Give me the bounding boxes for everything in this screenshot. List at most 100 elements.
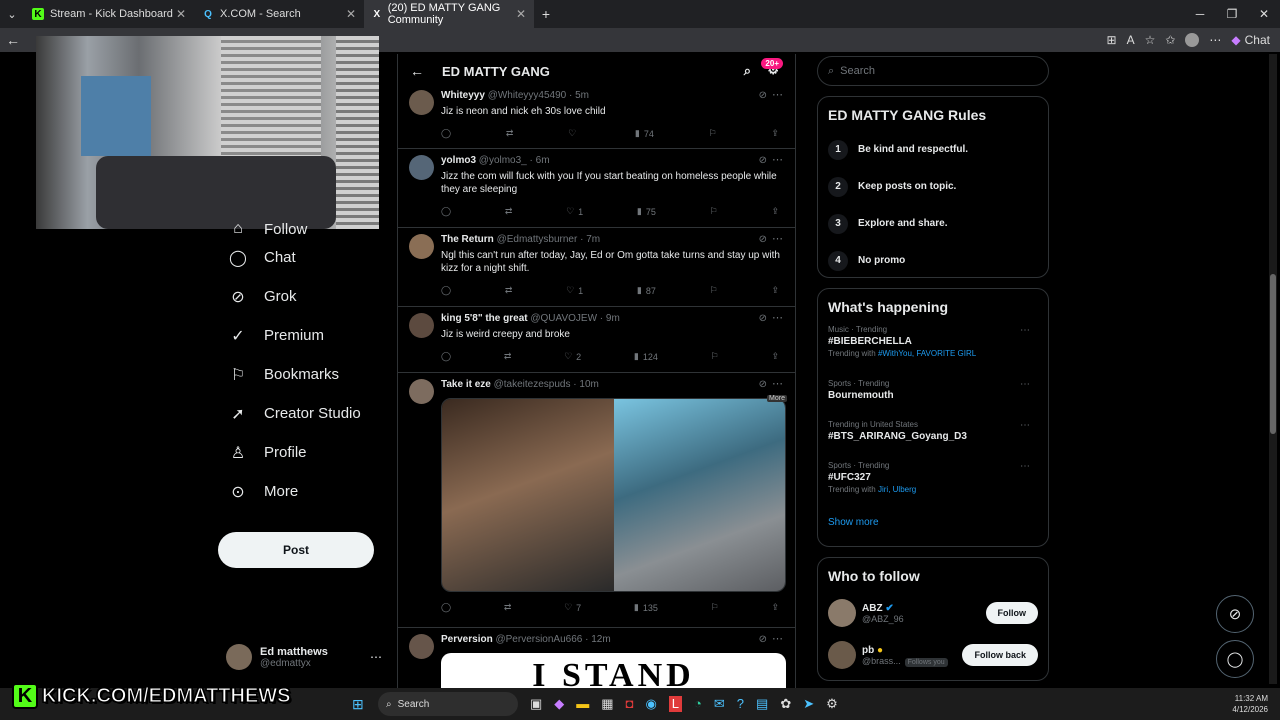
- trend-item[interactable]: Trending in United States #BTS_ARIRANG_G…: [828, 418, 1038, 459]
- tab-list-icon[interactable]: ⌄: [0, 8, 24, 21]
- like-button[interactable]: ♡ 2: [564, 351, 581, 362]
- reply-icon[interactable]: ◯: [441, 285, 451, 296]
- tweet[interactable]: Take it eze @takeitezespuds · 10m ⊘ ⋯ Mo…: [398, 373, 795, 628]
- nav-creator-studio[interactable]: ➚ Creator Studio: [218, 394, 388, 433]
- retweet-icon[interactable]: ⇄: [504, 602, 512, 613]
- store-icon[interactable]: ▦: [601, 696, 613, 712]
- new-tab-icon[interactable]: +: [534, 6, 558, 22]
- trend-more-icon[interactable]: ⋯: [1020, 461, 1030, 472]
- share-icon[interactable]: ⇪: [771, 602, 779, 613]
- menu-dots-icon[interactable]: ⋯: [1209, 33, 1221, 47]
- tweet[interactable]: Whiteyyy @Whiteyyy45490 · 5m Jiz is neon…: [398, 88, 795, 149]
- tweet[interactable]: The Return @Edmattysburner · 7m Ngl this…: [398, 228, 795, 307]
- follow-back-button[interactable]: Follow back: [962, 644, 1038, 666]
- nav-chat[interactable]: ◯ Chat: [218, 238, 388, 277]
- reply-icon[interactable]: ◯: [441, 128, 451, 139]
- scrollbar[interactable]: [1269, 54, 1277, 684]
- views-button[interactable]: ▮ 75: [637, 206, 656, 217]
- folder-icon[interactable]: ▬: [576, 696, 589, 712]
- views-button[interactable]: ▮ 124: [634, 351, 658, 362]
- trend-with-link[interactable]: #WithYou, FAVORITE GIRL: [878, 349, 976, 358]
- retweet-icon[interactable]: ⇄: [505, 285, 513, 296]
- chatgpt-icon[interactable]: ✿: [780, 696, 791, 712]
- nav-follow[interactable]: ⌂ Follow: [218, 220, 388, 238]
- app-icon[interactable]: ◉: [645, 696, 656, 712]
- more-icon[interactable]: ⋯: [772, 311, 783, 324]
- trend-more-icon[interactable]: ⋯: [1020, 379, 1030, 390]
- grok-icon[interactable]: ⊘: [759, 313, 767, 324]
- views-button[interactable]: ▮ 87: [637, 285, 656, 296]
- tweet-media[interactable]: I STAND: [441, 653, 786, 688]
- reply-icon[interactable]: ◯: [441, 206, 451, 217]
- reply-icon[interactable]: ◯: [441, 602, 451, 613]
- copilot-chat-button[interactable]: ◆ Chat: [1231, 33, 1270, 47]
- more-icon[interactable]: ⋯: [772, 232, 783, 245]
- like-button[interactable]: ♡ 1: [566, 206, 583, 217]
- more-icon[interactable]: ⋯: [772, 88, 783, 101]
- account-switcher[interactable]: Ed matthews @edmattyx ⋯: [226, 640, 386, 674]
- tab-kick-dashboard[interactable]: K Stream - Kick Dashboard ✕: [24, 0, 194, 28]
- chat-fab-button[interactable]: ◯: [1216, 640, 1254, 678]
- nav-profile[interactable]: ♙ Profile: [218, 433, 388, 472]
- search-input[interactable]: ⌕ Search: [817, 56, 1049, 86]
- bookmark-icon[interactable]: ⚐: [711, 351, 719, 362]
- grok-icon[interactable]: ⊘: [759, 155, 767, 166]
- telegram-icon[interactable]: ➤: [803, 696, 814, 712]
- close-window-icon[interactable]: ✕: [1248, 0, 1280, 28]
- app-icon[interactable]: ⊞: [1107, 33, 1117, 47]
- grok-icon[interactable]: ⊘: [759, 234, 767, 245]
- share-icon[interactable]: ⇪: [771, 206, 779, 217]
- reply-icon[interactable]: ◯: [441, 351, 451, 362]
- follow-suggestion[interactable]: pb ● @brass... Follows you Follow back: [828, 634, 1038, 676]
- profile-avatar-icon[interactable]: [1185, 33, 1200, 47]
- like-button[interactable]: ♡ 1: [566, 285, 583, 296]
- show-more-link[interactable]: Show more: [828, 517, 1038, 528]
- app-l-icon[interactable]: L: [668, 696, 683, 712]
- favorites-icon[interactable]: ✩: [1165, 33, 1175, 47]
- help-icon[interactable]: ?: [737, 696, 744, 712]
- post-button[interactable]: Post: [218, 532, 374, 568]
- bookmark-icon[interactable]: ⚐: [710, 206, 718, 217]
- account-more-icon[interactable]: ⋯: [370, 650, 382, 664]
- read-aloud-icon[interactable]: A: [1127, 33, 1135, 47]
- minimize-icon[interactable]: ─: [1184, 0, 1216, 28]
- grok-icon[interactable]: ⊘: [759, 634, 767, 645]
- mail-icon[interactable]: ✉: [714, 696, 725, 712]
- tab-community[interactable]: X (20) ED MATTY GANG Community ✕: [364, 0, 534, 28]
- trend-item[interactable]: Music · Trending #BIEBERCHELLA Trending …: [828, 323, 1038, 377]
- follow-suggestion[interactable]: ABZ ✔ @ABZ_96 Follow: [828, 592, 1038, 634]
- settings-icon[interactable]: ⚙: [826, 696, 838, 712]
- rule-item[interactable]: 4 No promo: [828, 242, 1038, 279]
- close-icon[interactable]: ✕: [346, 7, 356, 21]
- tweet-media[interactable]: [441, 398, 786, 592]
- trend-more-icon[interactable]: ⋯: [1020, 420, 1030, 431]
- more-icon[interactable]: ⋯: [772, 632, 783, 645]
- retweet-icon[interactable]: ⇄: [504, 351, 512, 362]
- grok-fab-button[interactable]: ⊘: [1216, 595, 1254, 633]
- tweet[interactable]: Perversion @PerversionAu666 · 12m ⊘ ⋯ I …: [398, 628, 795, 688]
- nav-premium[interactable]: ✓ Premium: [218, 316, 388, 355]
- like-button[interactable]: ♡ 7: [564, 602, 581, 613]
- restore-icon[interactable]: ❐: [1216, 0, 1248, 28]
- rule-item[interactable]: 2 Keep posts on topic.: [828, 168, 1038, 205]
- nav-more[interactable]: ⊙ More: [218, 472, 388, 511]
- rule-item[interactable]: 1 Be kind and respectful.: [828, 131, 1038, 168]
- grok-icon[interactable]: ⊘: [759, 90, 767, 101]
- trend-item[interactable]: Sports · Trending Bournemouth ⋯: [828, 377, 1038, 418]
- trend-item[interactable]: Sports · Trending #UFC327 Trending with …: [828, 459, 1038, 511]
- close-icon[interactable]: ✕: [516, 7, 526, 21]
- tweet[interactable]: yolmo3 @yolmo3_ · 6m Jizz the com will f…: [398, 149, 795, 228]
- follow-button[interactable]: Follow: [985, 602, 1038, 624]
- like-button[interactable]: ♡: [568, 128, 580, 139]
- tab-x-search[interactable]: Q X.COM - Search ✕: [194, 0, 364, 28]
- taskbar-clock[interactable]: 11:32 AM 4/12/2026: [1232, 693, 1268, 715]
- edge-icon[interactable]: ◔: [694, 696, 702, 712]
- back-arrow-icon[interactable]: ←: [6, 32, 20, 48]
- rule-item[interactable]: 3 Explore and share.: [828, 205, 1038, 242]
- notepad-icon[interactable]: ▤: [756, 696, 768, 712]
- windows-start-icon[interactable]: ⊞: [352, 696, 364, 713]
- favorite-star-icon[interactable]: ☆: [1145, 33, 1156, 47]
- nav-bookmarks[interactable]: ⚐ Bookmarks: [218, 355, 388, 394]
- bookmark-icon[interactable]: ⚐: [711, 602, 719, 613]
- back-arrow-icon[interactable]: ←: [410, 63, 424, 79]
